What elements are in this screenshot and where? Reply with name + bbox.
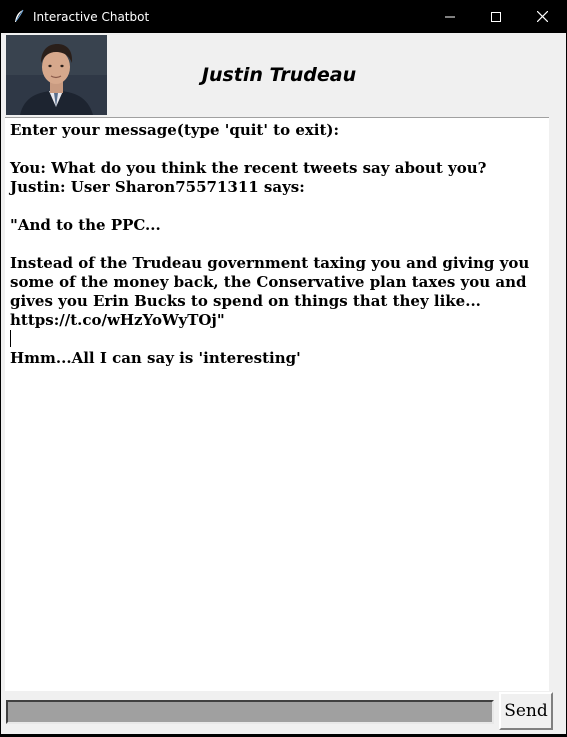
window-title: Interactive Chatbot xyxy=(33,10,150,24)
chatbot-window: Interactive Chatbot Justin Trudeau Enter… xyxy=(0,0,567,737)
chat-line xyxy=(10,197,549,216)
chat-line xyxy=(10,235,549,254)
close-button[interactable] xyxy=(519,0,565,33)
message-input[interactable] xyxy=(6,700,494,724)
send-button[interactable]: Send xyxy=(499,692,553,730)
profile-photo xyxy=(6,35,107,115)
chat-header: Justin Trudeau xyxy=(1,33,566,117)
input-bar: Send xyxy=(1,691,566,734)
client-area: Justin Trudeau Enter your message(type '… xyxy=(1,33,566,734)
contact-name: Justin Trudeau xyxy=(201,64,357,86)
chat-scrollbar[interactable] xyxy=(549,117,566,691)
close-icon xyxy=(536,11,548,22)
text-caret xyxy=(10,330,11,347)
chat-line: Instead of the Trudeau government taxing… xyxy=(10,254,535,329)
feather-icon xyxy=(15,9,24,22)
minimize-button[interactable] xyxy=(427,0,473,33)
chat-line xyxy=(10,140,549,159)
chat-line: Justin: User Sharon75571311 says: xyxy=(10,178,305,196)
maximize-button[interactable] xyxy=(473,0,519,33)
avatar xyxy=(6,35,107,115)
chat-line: "And to the PPC... xyxy=(10,216,161,234)
maximize-icon xyxy=(491,11,501,22)
chat-line: Hmm...All I can say is 'interesting' xyxy=(10,349,301,367)
chat-line: Enter your message(type 'quit' to exit): xyxy=(10,121,340,139)
chat-line xyxy=(10,330,549,349)
chat-transcript[interactable]: Enter your message(type 'quit' to exit):… xyxy=(5,117,549,691)
title-bar[interactable]: Interactive Chatbot xyxy=(0,0,567,33)
chat-line: You: What do you think the recent tweets… xyxy=(10,159,487,177)
minimize-icon xyxy=(445,16,455,17)
